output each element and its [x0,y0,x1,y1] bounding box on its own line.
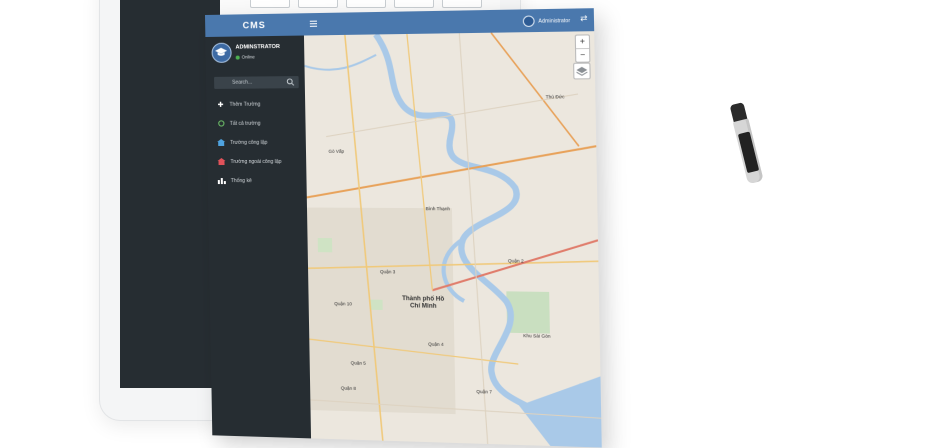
zoom-in-button[interactable]: + [576,35,589,48]
sidebar-item-statistics[interactable]: Thống kê [208,171,307,190]
map-label: Quận 10 [334,301,352,306]
map-label: Quận 3 [380,269,395,274]
cms-app-window: CMS ADMINSTRATOR Online ✚ [205,8,602,447]
circle-icon [217,119,225,127]
sidebar: CMS ADMINSTRATOR Online ✚ [205,13,311,438]
user-panel: ADMINSTRATOR Online [205,40,304,71]
map-label: Bình Thạnh [426,206,450,211]
map-label: Quận 7 [476,389,492,395]
map-label: Quận 8 [341,385,356,390]
search-icon[interactable] [286,78,294,86]
brand-title[interactable]: CMS [205,13,304,37]
avatar [522,15,534,27]
sidebar-item-private-schools[interactable]: Trường ngoài công lập [207,152,306,171]
layers-button[interactable] [573,63,591,80]
swap-icon[interactable]: ⇄ [580,14,587,24]
school-icon [217,158,225,166]
online-dot-icon [236,55,240,59]
sidebar-menu: ✚ Thêm Trường Tất cả trường Trường công … [206,94,306,190]
map-label: Quận 4 [428,342,444,347]
graduation-cap-icon [215,47,228,58]
marker-pen [726,100,773,192]
user-name: ADMINSTRATOR [235,44,280,51]
sidebar-item-public-schools[interactable]: Trường công lập [207,133,306,152]
avatar[interactable] [211,43,231,63]
map-view[interactable]: + − Thủ Đức Gò Vấp Bình Thạnh Quận 2 Quậ… [304,31,602,447]
map-label: Khu Sài Gòn [523,333,553,339]
account-menu[interactable]: Administrator [522,15,570,27]
sidebar-item-add-school[interactable]: ✚ Thêm Trường [206,94,305,114]
map-label-city: Thành phố Hồ Chí Minh [399,296,447,311]
plus-icon: ✚ [216,100,224,108]
menu-icon[interactable] [310,20,317,27]
zoom-control: + − [575,34,591,62]
map-label: Quận 2 [508,258,524,263]
school-icon [217,138,225,146]
map-label: Gò Vấp [328,149,344,154]
user-status: Online [236,54,255,59]
map-label: Thủ Đức [546,94,565,99]
search-box [214,76,299,89]
bar-chart-icon [218,177,226,185]
sidebar-item-all-schools[interactable]: Tất cả trường [207,113,306,133]
layers-icon [574,64,589,79]
search-input[interactable] [214,76,285,89]
map-label: Quận 5 [351,360,366,365]
zoom-out-button[interactable]: − [576,48,589,62]
